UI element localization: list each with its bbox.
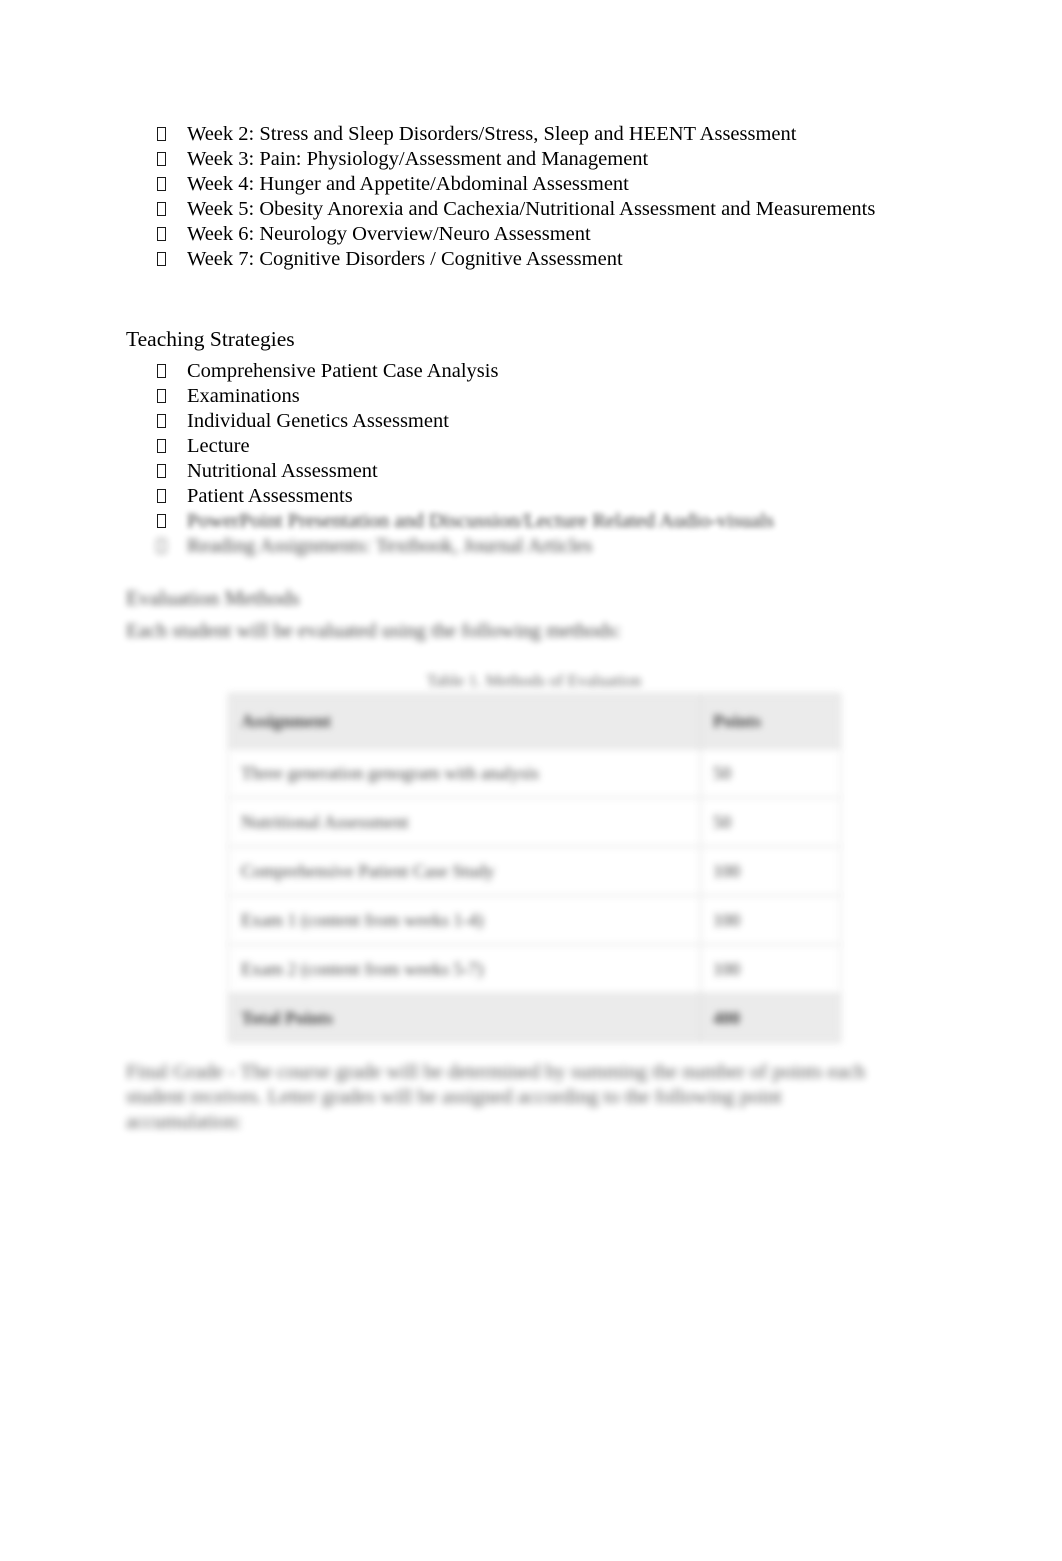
cell-points: 50 [700,797,841,847]
list-item: PowerPoint Presentation and Discussion/L… [157,509,917,534]
table-row: Three generation genogram with analysis … [228,748,841,798]
list-item-label: Week 4: Hunger and Appetite/Abdominal As… [187,173,629,195]
evaluation-table: Assignment Points Three generation genog… [228,693,841,1043]
table-row: Comprehensive Patient Case Study 100 [228,846,841,896]
list-item-label: Reading Assignments: Textbook, Journal A… [187,535,593,557]
bullet-glyph-icon [157,147,187,172]
weekly-topics-list: Week 2: Stress and Sleep Disorders/Stres… [157,122,917,272]
final-grade-note: Final Grade - The course grade will be d… [126,1061,866,1133]
list-item: Week 5: Obesity Anorexia and Cachexia/Nu… [157,197,917,222]
list-item: Nutritional Assessment [157,459,917,484]
cell-assignment: Nutritional Assessment [228,797,701,847]
list-item-label: Individual Genetics Assessment [187,410,449,432]
list-item: Comprehensive Patient Case Analysis [157,359,917,384]
list-item: Week 4: Hunger and Appetite/Abdominal As… [157,172,917,197]
evaluation-table-container: Table 1. Methods of Evaluation Assignmen… [228,671,841,1043]
bullet-glyph-icon [157,459,187,484]
list-item-label: Examinations [187,385,300,407]
bullet-glyph-icon [157,197,187,222]
list-item-label: Week 5: Obesity Anorexia and Cachexia/Nu… [187,198,876,220]
bullet-glyph-icon [157,484,187,509]
table-total-row: Total Points 400 [228,993,841,1043]
table-header-row: Assignment Points [228,693,841,749]
list-item-label: Patient Assessments [187,485,353,507]
list-item-label: Week 3: Pain: Physiology/Assessment and … [187,148,649,170]
list-item: Individual Genetics Assessment [157,409,917,434]
bullet-glyph-icon [157,534,187,559]
teaching-strategies-list: Comprehensive Patient Case Analysis Exam… [157,359,917,559]
list-item: Week 7: Cognitive Disorders / Cognitive … [157,247,917,272]
document-page: Week 2: Stress and Sleep Disorders/Stres… [0,0,1062,1561]
cell-assignment: Comprehensive Patient Case Study [228,846,701,896]
cell-assignment: Exam 2 (content from weeks 5-7) [228,944,701,994]
cell-points: 100 [700,846,841,896]
cell-assignment: Three generation genogram with analysis [228,748,701,798]
table-caption: Table 1. Methods of Evaluation [426,671,642,690]
list-item-label: Week 2: Stress and Sleep Disorders/Stres… [187,123,797,145]
column-header-points: Points [700,693,841,749]
bullet-glyph-icon [157,122,187,147]
table-row: Exam 2 (content from weeks 5-7) 100 [228,944,841,994]
bullet-glyph-icon [157,359,187,384]
list-item: Week 6: Neurology Overview/Neuro Assessm… [157,222,917,247]
cell-points: 100 [700,944,841,994]
cell-assignment: Exam 1 (content from weeks 1-4) [228,895,701,945]
list-item: Lecture [157,434,917,459]
bullet-glyph-icon [157,409,187,434]
list-item-label: Lecture [187,435,250,457]
list-item-label: PowerPoint Presentation and Discussion/L… [187,510,775,532]
table-row: Exam 1 (content from weeks 1-4) 100 [228,895,841,945]
list-item: Week 3: Pain: Physiology/Assessment and … [157,147,917,172]
list-item: Week 2: Stress and Sleep Disorders/Stres… [157,122,917,147]
list-item-label: Week 7: Cognitive Disorders / Cognitive … [187,248,623,270]
column-header-assignment: Assignment [228,693,701,749]
cell-total-points: 400 [700,993,841,1043]
list-item: Reading Assignments: Textbook, Journal A… [157,534,917,559]
list-item: Patient Assessments [157,484,917,509]
bullet-glyph-icon [157,509,187,534]
cell-points: 50 [700,748,841,798]
bullet-glyph-icon [157,222,187,247]
cell-total-label: Total Points [228,993,701,1043]
cell-points: 100 [700,895,841,945]
list-item-label: Week 6: Neurology Overview/Neuro Assessm… [187,223,591,245]
bullet-glyph-icon [157,434,187,459]
bullet-glyph-icon [157,384,187,409]
evaluation-intro-text: Each student will be evaluated using the… [126,620,622,642]
teaching-strategies-heading: Teaching Strategies [126,327,295,351]
list-item-label: Nutritional Assessment [187,460,378,482]
evaluation-methods-heading: Evaluation Methods [126,586,300,610]
list-item: Examinations [157,384,917,409]
table-row: Nutritional Assessment 50 [228,797,841,847]
bullet-glyph-icon [157,247,187,272]
list-item-label: Comprehensive Patient Case Analysis [187,360,499,382]
bullet-glyph-icon [157,172,187,197]
